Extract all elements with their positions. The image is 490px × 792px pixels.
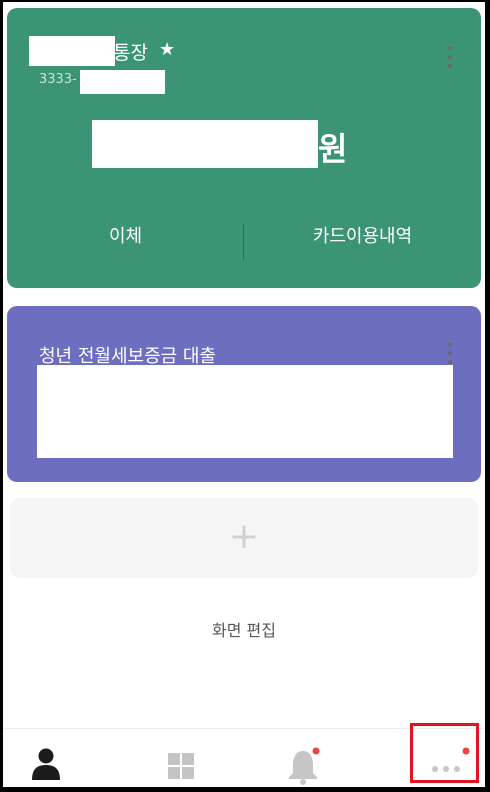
bell-icon [289, 747, 320, 785]
tab-profile[interactable] [3, 729, 123, 787]
account-more-icon[interactable] [440, 42, 460, 72]
app-screen: 통장 ★ 3333- 원 이체 카드이용내역 청년 전월세보증금 대출 + 화면… [3, 2, 485, 787]
plus-icon[interactable]: + [227, 517, 261, 557]
redacted-account-number [80, 70, 165, 94]
redacted-loan-details [37, 365, 453, 458]
account-name: 통장 [113, 42, 148, 64]
tab-notifications[interactable] [243, 729, 363, 787]
redacted-balance [92, 120, 318, 168]
account-number-prefix: 3333- [39, 72, 77, 87]
grid-icon [168, 753, 194, 779]
redacted-account-owner [29, 36, 115, 66]
tab-menu[interactable] [123, 729, 243, 787]
edit-screen-link[interactable]: 화면 편집 [3, 617, 485, 641]
loan-more-icon[interactable] [440, 338, 460, 368]
transfer-button[interactable]: 이체 [7, 222, 244, 248]
currency-unit: 원 [318, 130, 348, 168]
card-history-button[interactable]: 카드이용내역 [244, 222, 481, 248]
star-icon[interactable]: ★ [159, 39, 175, 60]
highlight-box [410, 723, 479, 783]
person-icon [32, 748, 60, 780]
